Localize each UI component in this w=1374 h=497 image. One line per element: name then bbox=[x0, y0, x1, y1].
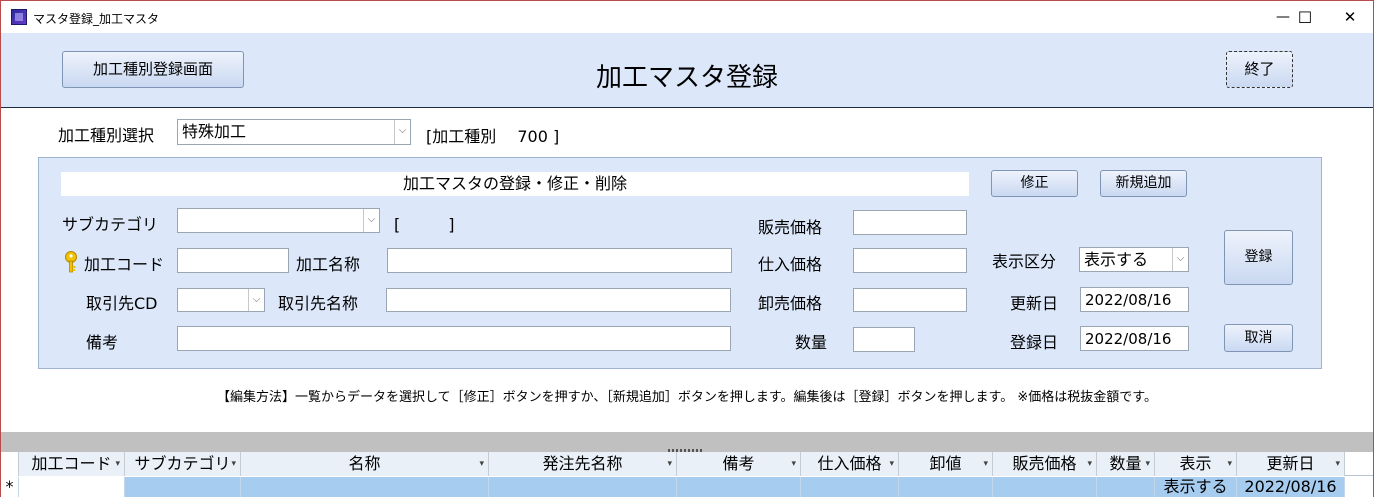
subcategory-bracket: [ ] bbox=[394, 215, 455, 234]
page-title: 加工マスタ登録 bbox=[595, 63, 778, 93]
category-select-label: 加工種別選択 bbox=[58, 126, 155, 145]
category-select[interactable]: 特殊加工 ⌵ bbox=[177, 119, 411, 145]
sort-arrow-icon[interactable]: ▾ bbox=[115, 452, 120, 476]
new-row-marker[interactable]: * bbox=[1, 477, 19, 497]
sort-arrow-icon[interactable]: ▾ bbox=[889, 452, 894, 476]
column-header[interactable]: 数量 ▾ bbox=[1097, 452, 1155, 476]
key-icon bbox=[63, 251, 79, 273]
column-header[interactable]: 卸値 ▾ bbox=[899, 452, 993, 476]
supplier-cd-label: 取引先CD bbox=[86, 294, 158, 313]
header: 加工種別登録画面 加工マスタ登録 終了 bbox=[1, 33, 1373, 108]
edit-button[interactable]: 修正 bbox=[991, 170, 1078, 197]
code-label: 加工コード bbox=[84, 255, 165, 274]
wholesale-price-field[interactable] bbox=[853, 288, 967, 312]
column-header[interactable]: 販売価格 ▾ bbox=[993, 452, 1097, 476]
quantity-label: 数量 bbox=[795, 333, 828, 352]
column-header[interactable]: 更新日 ▾ bbox=[1237, 452, 1345, 476]
remarks-label: 備考 bbox=[86, 333, 119, 352]
table-cell[interactable] bbox=[125, 477, 241, 497]
supplier-cd-select[interactable]: ⌵ bbox=[177, 288, 265, 312]
window-title: マスタ登録_加工マスタ bbox=[33, 12, 160, 26]
exit-button[interactable]: 終了 bbox=[1226, 51, 1293, 88]
maximize-button[interactable]: ☐ bbox=[1282, 1, 1328, 34]
close-button[interactable]: ✕ bbox=[1327, 1, 1373, 34]
table-cell[interactable] bbox=[801, 477, 899, 497]
supplier-name-label: 取引先名称 bbox=[278, 294, 359, 313]
table-cell[interactable] bbox=[489, 477, 677, 497]
supplier-name-field[interactable] bbox=[386, 288, 731, 312]
subcategory-select[interactable]: ⌵ bbox=[177, 208, 380, 233]
app-icon bbox=[11, 9, 27, 25]
category-info: [加工種別 700 ] bbox=[426, 127, 560, 146]
name-field[interactable] bbox=[387, 248, 732, 273]
quantity-field[interactable] bbox=[853, 327, 915, 352]
wholesale-price-label: 卸売価格 bbox=[758, 294, 823, 313]
sale-price-field[interactable] bbox=[853, 210, 967, 235]
sort-arrow-icon[interactable]: ▾ bbox=[231, 452, 236, 476]
table-cell[interactable]: 表示する bbox=[1155, 477, 1237, 497]
sort-arrow-icon[interactable]: ▾ bbox=[479, 452, 484, 476]
sort-arrow-icon[interactable]: ▾ bbox=[1335, 452, 1340, 476]
cancel-button[interactable]: 取消 bbox=[1224, 324, 1293, 352]
display-select[interactable]: 表示する ⌵ bbox=[1079, 247, 1189, 272]
panel-title: 加工マスタの登録・修正・削除 bbox=[61, 172, 969, 196]
updated-date-label: 更新日 bbox=[1010, 294, 1059, 313]
table-header: 加工コード ▾ サブカテゴリ ▾ 名称 ▾ 発注先名称 ▾ 備考 ▾ 仕入価格 ▾ 卸値 ▾ … bbox=[1, 452, 1373, 476]
name-label: 加工名称 bbox=[296, 255, 361, 274]
add-new-button[interactable]: 新規追加 bbox=[1100, 170, 1187, 197]
created-date-label: 登録日 bbox=[1010, 333, 1059, 352]
remarks-field[interactable] bbox=[177, 326, 731, 351]
sort-arrow-icon[interactable]: ▾ bbox=[1087, 452, 1092, 476]
purchase-price-field[interactable] bbox=[853, 248, 967, 273]
row-selector-header[interactable] bbox=[1, 452, 19, 476]
column-header[interactable]: 名称 ▾ bbox=[241, 452, 489, 476]
help-text: 【編集方法】一覧からデータを選択して［修正］ボタンを押すか、［新規追加］ボタンを… bbox=[217, 390, 1157, 405]
table-cell[interactable] bbox=[677, 477, 801, 497]
subcategory-label: サブカテゴリ bbox=[62, 215, 159, 234]
sort-arrow-icon[interactable]: ▾ bbox=[791, 452, 796, 476]
sale-price-label: 販売価格 bbox=[758, 218, 823, 237]
sort-arrow-icon[interactable]: ▾ bbox=[1227, 452, 1232, 476]
code-field[interactable] bbox=[177, 248, 289, 273]
table-cell[interactable] bbox=[993, 477, 1097, 497]
chevron-down-icon[interactable]: ⌵ bbox=[363, 209, 379, 232]
column-header[interactable]: 備考 ▾ bbox=[677, 452, 801, 476]
register-button[interactable]: 登録 bbox=[1224, 230, 1293, 285]
purchase-price-label: 仕入価格 bbox=[758, 255, 823, 274]
column-header[interactable]: 加工コード ▾ bbox=[19, 452, 125, 476]
table-cell[interactable]: 2022/08/16 bbox=[1237, 477, 1345, 497]
display-value: 表示する bbox=[1084, 250, 1149, 269]
chevron-down-icon[interactable]: ⌵ bbox=[394, 120, 410, 144]
sort-arrow-icon[interactable]: ▾ bbox=[667, 452, 672, 476]
table-cell[interactable] bbox=[1097, 477, 1155, 497]
table-row[interactable]: * 表示する 2022/08/16 bbox=[1, 477, 1373, 497]
table-cell[interactable] bbox=[899, 477, 993, 497]
created-date-field[interactable]: 2022/08/16 bbox=[1080, 326, 1189, 351]
chevron-down-icon[interactable]: ⌵ bbox=[248, 289, 264, 311]
sort-arrow-icon[interactable]: ▾ bbox=[983, 452, 988, 476]
window-titlebar: マスタ登録_加工マスタ — ☐ ✕ bbox=[0, 0, 1374, 33]
sort-arrow-icon[interactable]: ▾ bbox=[1145, 452, 1150, 476]
chevron-down-icon[interactable]: ⌵ bbox=[1172, 248, 1188, 271]
column-header[interactable]: サブカテゴリ ▾ bbox=[125, 452, 241, 476]
table-cell[interactable] bbox=[241, 477, 489, 497]
updated-date-field[interactable]: 2022/08/16 bbox=[1080, 287, 1189, 312]
table-cell[interactable] bbox=[19, 477, 125, 497]
category-select-value: 特殊加工 bbox=[182, 122, 247, 141]
display-label: 表示区分 bbox=[992, 252, 1057, 271]
column-header[interactable]: 表示 ▾ bbox=[1155, 452, 1237, 476]
column-header[interactable]: 発注先名称 ▾ bbox=[489, 452, 677, 476]
column-header[interactable]: 仕入価格 ▾ bbox=[801, 452, 899, 476]
